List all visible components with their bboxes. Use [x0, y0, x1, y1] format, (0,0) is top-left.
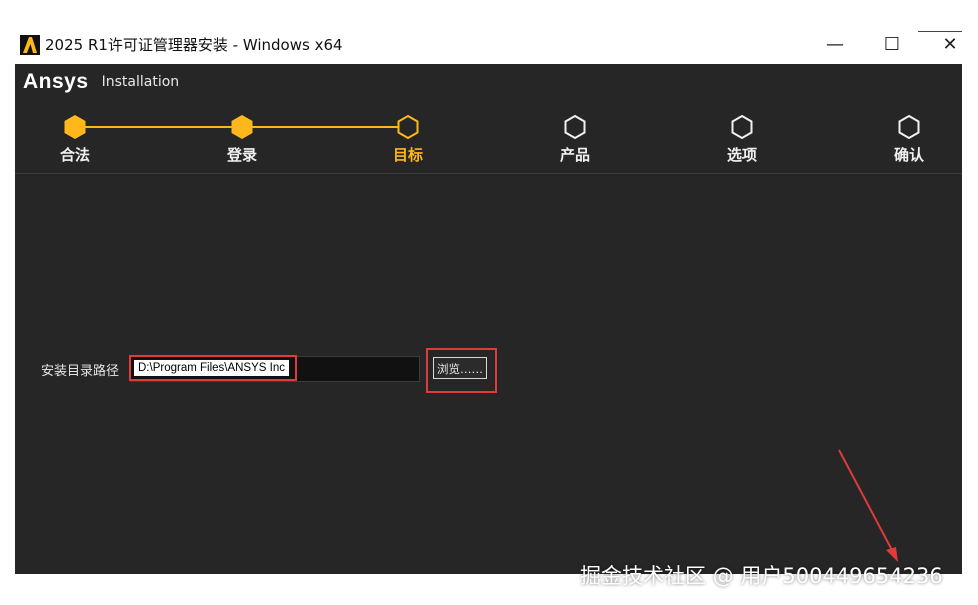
step-legal: 合法 [45, 114, 105, 165]
header-divider [15, 173, 962, 174]
step-label: 选项 [726, 146, 757, 164]
step-progress: 合法 登录 目标 产品 选项 确认 [15, 104, 962, 174]
step-done-hex-icon [64, 115, 86, 139]
step-products: 产品 [545, 114, 605, 165]
ansys-app-icon [20, 35, 40, 55]
minimize-button[interactable]: — [815, 30, 855, 60]
step-current-hex-icon [397, 114, 419, 140]
step-label: 合法 [59, 146, 90, 164]
step-done-hex-icon [231, 115, 253, 139]
step-label: 确认 [893, 146, 924, 164]
step-pending-hex-icon [564, 114, 586, 140]
step-options: 选项 [712, 114, 772, 165]
step-label: 目标 [392, 146, 423, 164]
step-target: 目标 [378, 114, 438, 165]
step-pending-hex-icon [898, 114, 920, 140]
installer-panel: Ansys Installation 合法 登录 目标 产品 选项 确认 安装目… [15, 64, 962, 574]
install-dir-label: 安装目录路径 [41, 364, 120, 379]
step-label: 登录 [226, 146, 257, 164]
step-confirm: 确认 [879, 114, 939, 165]
brand-header: Ansys Installation [23, 70, 179, 96]
ansys-logo: Ansys [23, 70, 89, 93]
maximize-button[interactable]: ☐ [872, 30, 912, 60]
step-pending-hex-icon [731, 114, 753, 140]
browse-highlight-box [426, 348, 497, 393]
path-highlight-box [129, 355, 297, 381]
step-login: 登录 [212, 114, 272, 165]
brand-subtitle: Installation [101, 74, 180, 90]
red-arrow-annotation [838, 449, 898, 562]
window-titlebar: 2025 R1许可证管理器安装 - Windows x64 — ☐ ✕ [0, 0, 978, 64]
close-button[interactable]: ✕ [930, 30, 970, 60]
watermark-text: 掘金技术社区 @ 用户500449654236 [580, 564, 943, 588]
window-title: 2025 R1许可证管理器安装 - Windows x64 [45, 36, 343, 54]
step-label: 产品 [559, 146, 590, 164]
